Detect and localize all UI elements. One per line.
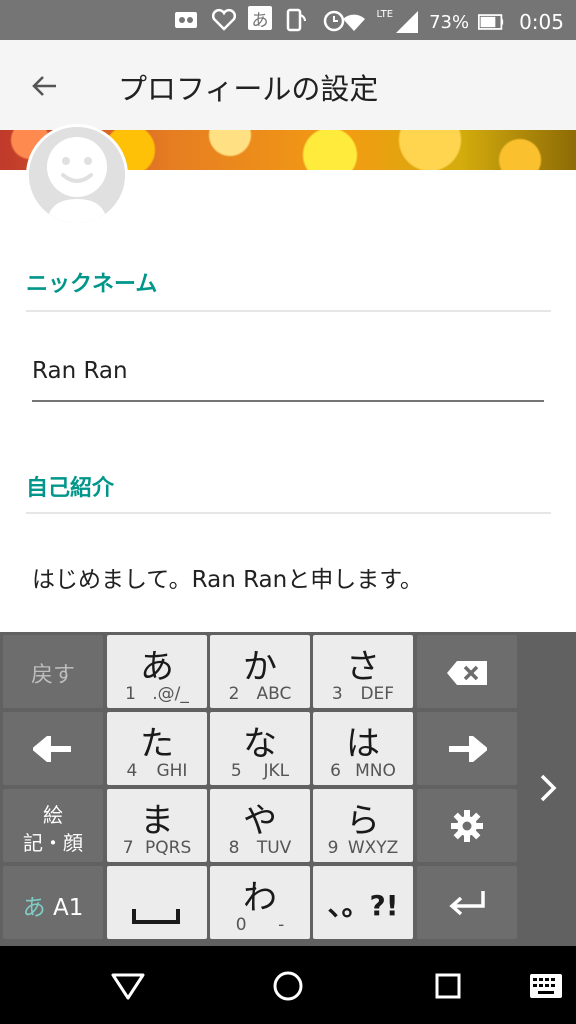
heart-icon: [210, 6, 238, 34]
clock: 0:05: [519, 10, 564, 34]
nfc-icon: [282, 6, 310, 34]
key-na[interactable]: な 5 JKL: [210, 712, 310, 785]
nickname-input[interactable]: Ran Ran: [32, 358, 128, 384]
key-ka[interactable]: か 2 ABC: [210, 635, 310, 708]
status-right: LTE 73% 0:05: [340, 8, 564, 36]
status-left-icons: あ: [172, 6, 348, 34]
nickname-underline: [32, 400, 544, 402]
ime-icon: あ: [248, 6, 272, 31]
emoji-key[interactable]: 絵 記・顔: [3, 789, 103, 862]
space-key[interactable]: [107, 866, 207, 939]
input-mode-key[interactable]: あ A1: [3, 866, 103, 939]
cursor-left-key[interactable]: [3, 712, 103, 785]
backspace-key[interactable]: [417, 635, 517, 708]
status-bar: あ LTE 73% 0:05: [0, 0, 576, 40]
home-circle-icon: [273, 971, 303, 1001]
punctuation-key[interactable]: 、。?!: [313, 866, 413, 939]
bio-divider: [26, 512, 551, 514]
app-bar: プロフィールの設定: [0, 40, 576, 130]
key-sa[interactable]: さ 3 DEF: [313, 635, 413, 708]
nav-home-button[interactable]: [268, 966, 308, 1006]
arrow-left-icon: [32, 76, 56, 96]
key-ma[interactable]: ま 7 PQRS: [107, 789, 207, 862]
lte-label: LTE: [376, 8, 394, 20]
enter-key[interactable]: [417, 866, 517, 939]
signal-icon: [393, 8, 421, 36]
back-button[interactable]: [26, 68, 62, 104]
nav-recents-button[interactable]: [428, 966, 468, 1006]
expand-button[interactable]: [530, 770, 566, 806]
arrow-left-icon: [33, 736, 71, 762]
avatar[interactable]: [26, 124, 128, 226]
back-triangle-icon: [111, 973, 145, 1000]
settings-key[interactable]: [417, 789, 517, 862]
enter-icon: [449, 891, 485, 916]
alnum-mode-label: A1: [52, 895, 84, 921]
key-ya[interactable]: や 8 TUV: [210, 789, 310, 862]
default-avatar-icon: [29, 127, 125, 223]
ime-keyboard: 戻す 絵 記・顔 あ A1 あ 1 .@/_ か 2 ABC さ 3 DEF た 4G…: [0, 632, 576, 946]
kana-mode-label: あ: [22, 895, 46, 921]
backspace-icon: [447, 661, 487, 685]
key-ha[interactable]: は 6 MNO: [313, 712, 413, 785]
nickname-label: ニックネーム: [26, 272, 158, 297]
battery-percent: 73%: [429, 11, 470, 33]
key-ta[interactable]: た 4 GHI: [107, 712, 207, 785]
bio-label: 自己紹介: [26, 476, 115, 501]
chevron-right-icon: [540, 774, 557, 802]
space-icon: [132, 909, 180, 924]
cursor-right-key[interactable]: [417, 712, 517, 785]
keyboard-expand-area: [520, 632, 576, 946]
nav-back-button[interactable]: [108, 966, 148, 1006]
keyboard-icon: [530, 974, 562, 998]
recents-square-icon: [435, 973, 461, 999]
key-ra[interactable]: ら 9 WXYZ: [313, 789, 413, 862]
undo-key[interactable]: 戻す: [3, 635, 103, 708]
gear-icon: [451, 810, 483, 842]
nickname-divider: [26, 310, 551, 312]
navigation-bar: [0, 946, 576, 1024]
key-wa[interactable]: わ 0-: [210, 866, 310, 939]
battery-icon: [477, 8, 505, 36]
voicemail-icon: [172, 6, 200, 34]
key-a[interactable]: あ 1 .@/_: [107, 635, 207, 708]
nav-keyboard-button[interactable]: [526, 966, 566, 1006]
wifi-icon: [340, 8, 368, 36]
bio-input[interactable]: はじめまして。Ran Ranと申します。: [32, 560, 423, 594]
arrow-right-icon: [449, 736, 487, 762]
page-title: プロフィールの設定: [118, 72, 379, 106]
